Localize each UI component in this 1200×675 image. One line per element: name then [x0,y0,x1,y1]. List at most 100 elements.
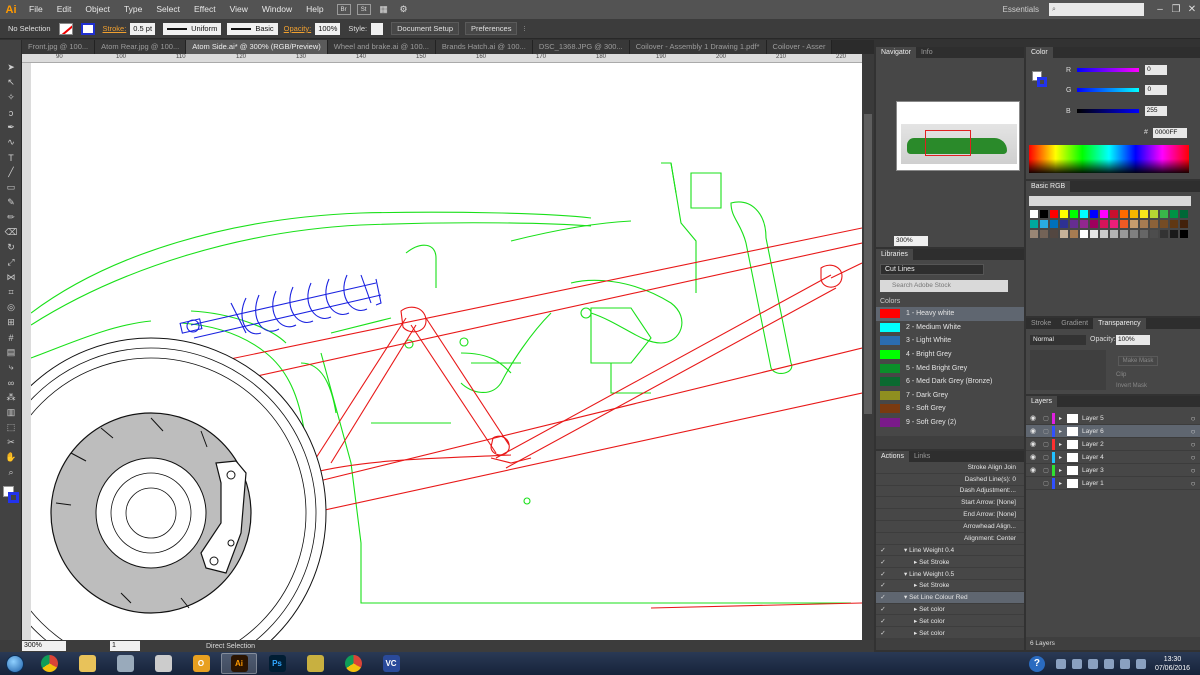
swatch[interactable] [1109,219,1119,229]
tray-arrow-icon[interactable] [1055,658,1066,669]
swatch[interactable] [1099,219,1109,229]
taskbar-app-network[interactable] [107,653,143,674]
stroke-swatch[interactable] [80,22,95,35]
graph-tool-icon[interactable]: ▥ [0,405,22,420]
artboard-tool-icon[interactable]: ⬚ [0,420,22,435]
visibility-eye-icon[interactable]: ◉ [1026,440,1040,448]
invert-mask-checkbox[interactable]: Invert Mask [1116,383,1147,389]
tab-basic-rgb[interactable]: Basic RGB [1026,181,1071,192]
menu-file[interactable]: File [22,0,50,19]
action-toggle-checkbox[interactable]: ✓ [876,617,890,625]
swatch[interactable] [1149,209,1159,219]
tab-links[interactable]: Links [909,451,935,462]
swatch[interactable] [1169,229,1179,239]
taskbar-app-explorer[interactable] [69,653,105,674]
swatch[interactable] [1119,219,1129,229]
layer-name[interactable]: Layer 1 [1082,480,1186,487]
action-item[interactable]: Stroke Align Join [876,462,1024,474]
document-tab[interactable]: Wheel and brake.ai @ 100... [327,40,436,54]
swatch[interactable] [1059,209,1069,219]
library-color-item[interactable]: 4 - Bright Grey [876,348,1024,362]
action-item[interactable]: End Arrow: [None] [876,509,1024,521]
swatch[interactable] [1029,229,1039,239]
action-item[interactable]: ✓ ▾ Line Weight 0.4 [876,545,1024,557]
pencil-icon[interactable]: ✏ [0,210,22,225]
swatch[interactable] [1099,229,1109,239]
fill-stroke-indicator[interactable] [0,484,22,510]
action-item[interactable]: ✓ ▾ Line Weight 0.5 [876,568,1024,580]
navigator-zoom-field[interactable]: 300% [894,236,928,246]
layer-row[interactable]: ▢ ▸ Layer 1 ○ [1026,477,1200,490]
layer-row[interactable]: ◉ ▢ ▸ Layer 3 ○ [1026,464,1200,477]
layer-name[interactable]: Layer 4 [1082,454,1186,461]
menu-window[interactable]: Window [255,0,299,19]
swatch[interactable] [1169,209,1179,219]
opacity-field[interactable]: 100% [315,22,341,35]
action-item[interactable]: Dashed Line(s): 0 [876,474,1024,486]
tab-gradient[interactable]: Gradient [1056,318,1093,329]
tab-info[interactable]: Info [916,47,938,58]
swatch[interactable] [1089,229,1099,239]
swatch[interactable] [1109,229,1119,239]
eraser-icon[interactable]: ⌫ [0,225,22,240]
action-toggle-checkbox[interactable]: ✓ [876,558,890,566]
swatch[interactable] [1029,209,1039,219]
library-color-item[interactable]: 7 - Dark Grey [876,389,1024,403]
lock-icon[interactable]: ▢ [1040,415,1052,422]
navigator-preview[interactable] [896,101,1020,171]
action-toggle-checkbox[interactable]: ✓ [876,593,890,601]
library-color-item[interactable]: 3 - Light White [876,334,1024,348]
paintbrush-icon[interactable]: ✎ [0,195,22,210]
direct-selection-tool-icon[interactable]: ↖ [0,75,22,90]
g-value[interactable]: 0 [1145,85,1168,95]
brush-definition[interactable]: Basic [227,22,278,35]
bridge-button[interactable]: Br [336,4,351,15]
tab-layers[interactable]: Layers [1026,396,1058,407]
lock-icon[interactable]: ▢ [1040,454,1052,461]
swatch[interactable] [1049,229,1059,239]
arrange-documents-icon[interactable]: ▦ [377,4,391,15]
tab-libraries[interactable]: Libraries [876,249,913,260]
maximize-button[interactable]: ❐ [1168,4,1184,15]
swatch[interactable] [1079,209,1089,219]
curvature-tool-icon[interactable]: ∿ [0,135,22,150]
taskbar-app-photoshop[interactable]: Ps [259,653,295,674]
layer-name[interactable]: Layer 2 [1082,441,1186,448]
width-tool-icon[interactable]: ⋈ [0,270,22,285]
expand-arrow-icon[interactable]: ▸ [1059,467,1067,474]
swatch[interactable] [1129,219,1139,229]
zoom-field[interactable]: 300% [22,641,66,651]
swatch[interactable] [1079,229,1089,239]
document-tab[interactable]: Brands Hatch.ai @ 100... [435,40,533,54]
swatch-search-input[interactable] [1029,196,1191,206]
action-toggle-checkbox[interactable]: ✓ [876,629,890,637]
line-tool-icon[interactable]: ╱ [0,165,22,180]
network-icon[interactable] [1071,658,1082,669]
swatch[interactable] [1099,209,1109,219]
taskbar-app-chrome2[interactable] [335,653,371,674]
b-slider[interactable] [1076,109,1139,113]
taskbar-app-chrome[interactable] [31,653,67,674]
document-tab[interactable]: Atom Side.ai* @ 300% (RGB/Preview) [186,40,328,54]
document-tab[interactable]: Coilover - Assembly 1 Drawing 1.pdf* [629,40,767,54]
artboard-canvas[interactable] [31,63,862,640]
help-icon[interactable]: ? [1028,655,1045,672]
swatch[interactable] [1079,219,1089,229]
flag-icon[interactable] [1087,658,1098,669]
action-item[interactable]: Dash Adjustment:... [876,486,1024,498]
view-box[interactable] [925,130,971,156]
library-color-item[interactable]: 6 - Med Dark Grey (Bronze) [876,375,1024,389]
visibility-eye-icon[interactable]: ◉ [1026,466,1040,474]
menu-effect[interactable]: Effect [187,0,223,19]
vertical-scrollbar[interactable] [862,54,874,640]
layer-row[interactable]: ◉ ▢ ▸ Layer 4 ○ [1026,451,1200,464]
action-item[interactable]: Start Arrow: [None] [876,497,1024,510]
symbol-sprayer-icon[interactable]: ⁂ [0,390,22,405]
menu-object[interactable]: Object [78,0,117,19]
library-dropdown[interactable]: Cut Lines [880,264,984,275]
lock-icon[interactable]: ▢ [1040,480,1052,487]
swatch[interactable] [1069,209,1079,219]
action-toggle-checkbox[interactable]: ✓ [876,581,890,589]
g-slider[interactable] [1077,88,1140,92]
library-color-item[interactable]: 9 - Soft Grey (2) [876,416,1024,430]
